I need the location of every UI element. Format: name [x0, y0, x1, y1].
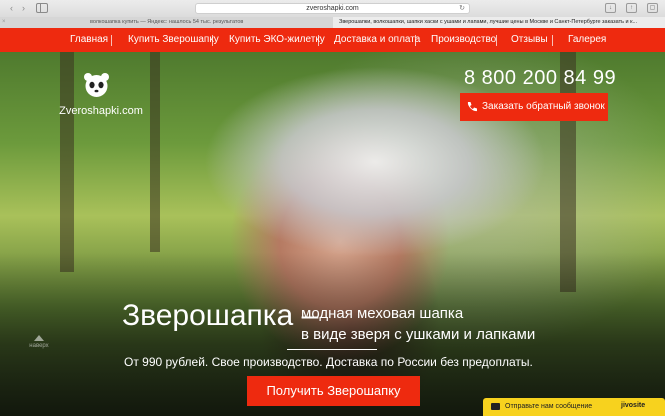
nav-divider — [111, 35, 112, 46]
divider — [287, 349, 377, 350]
callback-label: Заказать обратный звонок — [482, 101, 605, 112]
tab-zveroshapki[interactable]: Зверошапки, волкошапки, шапки хаски с уш… — [333, 17, 665, 28]
chat-widget[interactable]: Отправьте нам сообщение jivosite — [483, 398, 665, 416]
nav-gallery[interactable]: Галерея — [568, 28, 606, 52]
nav-divider — [212, 35, 213, 46]
hero-tagline: От 990 рублей. Свое производство. Достав… — [124, 355, 533, 369]
nav-divider — [552, 35, 553, 46]
nav-buy-hat[interactable]: Купить Зверошапку — [128, 28, 219, 52]
back-icon[interactable]: ‹ — [6, 3, 17, 13]
browser-chrome: ‹ › zveroshapki.com ↻ ↓ ↑ ▢ × волкошапка… — [0, 0, 665, 28]
hero-title: Зверошапка – — [122, 299, 319, 332]
nav-divider — [415, 35, 416, 46]
close-tab-icon[interactable]: × — [2, 17, 6, 28]
get-hat-button[interactable]: Получить Зверошапку — [247, 376, 420, 406]
nav-divider — [496, 35, 497, 46]
chat-brand: jivosite — [621, 402, 646, 409]
url-text: zveroshapki.com — [306, 5, 359, 12]
callback-button[interactable]: Заказать обратный звонок — [460, 93, 608, 121]
hero-subtitle-line1: модная меховая шапка — [301, 305, 464, 322]
nav-buy-vest[interactable]: Купить ЭКО-жилетку — [229, 28, 325, 52]
phone-icon — [467, 102, 477, 112]
browser-toolbar: ‹ › zveroshapki.com ↻ ↓ ↑ ▢ — [0, 0, 665, 17]
nav-home[interactable]: Главная — [70, 28, 108, 52]
phone-number[interactable]: 8 800 200 84 99 — [464, 67, 616, 90]
tab-yandex[interactable]: × волкошапка купить — Яндекс: нашлось 54… — [0, 17, 332, 28]
panda-logo-icon[interactable] — [83, 71, 110, 99]
hero-subtitle-line2: в виде зверя с ушками и лапками — [301, 326, 536, 343]
nav-delivery[interactable]: Доставка и оплата — [334, 28, 420, 52]
hero-banner: Zveroshapki.com 8 800 200 84 99 Заказать… — [0, 52, 665, 416]
nav-production[interactable]: Производство — [431, 28, 496, 52]
sidebar-icon[interactable] — [36, 3, 48, 13]
tab-bar: × волкошапка купить — Яндекс: нашлось 54… — [0, 17, 665, 28]
arrow-up-icon — [34, 335, 44, 341]
chat-label: Отправьте нам сообщение — [505, 403, 593, 410]
address-bar[interactable]: zveroshapki.com ↻ — [195, 3, 470, 14]
scroll-top-button[interactable]: наверх — [24, 335, 54, 349]
forward-icon[interactable]: › — [18, 3, 29, 13]
reload-icon[interactable]: ↻ — [459, 4, 465, 13]
site-nav: Главная Купить Зверошапку Купить ЭКО-жил… — [0, 28, 665, 52]
scroll-top-label: наверх — [29, 343, 49, 349]
nav-divider — [318, 35, 319, 46]
nav-reviews[interactable]: Отзывы — [511, 28, 548, 52]
tabs-overview-icon[interactable]: ▢ — [647, 3, 658, 13]
logo-text[interactable]: Zveroshapki.com — [56, 105, 146, 117]
message-icon — [491, 403, 500, 410]
download-icon[interactable]: ↓ — [605, 3, 616, 13]
share-icon[interactable]: ↑ — [626, 3, 637, 13]
